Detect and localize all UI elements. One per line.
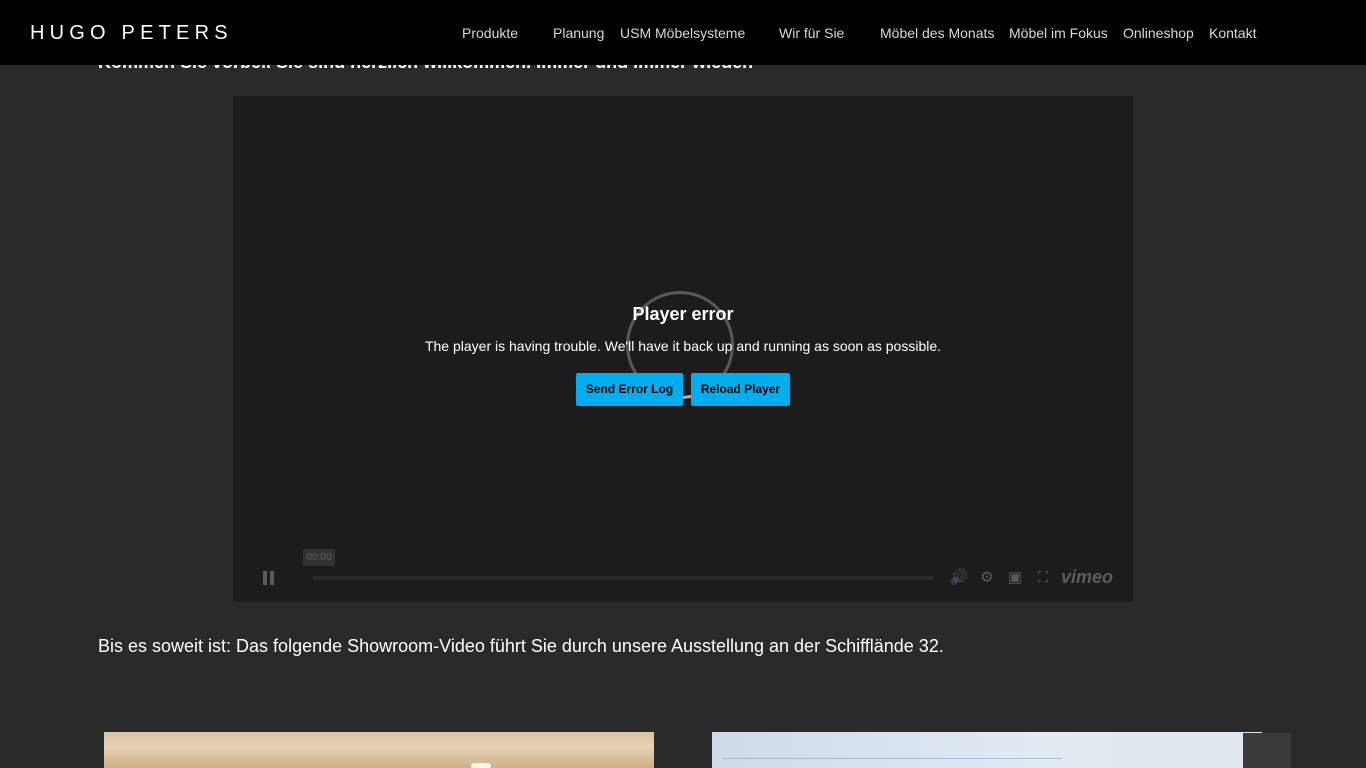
nav-item-kontakt[interactable]: Kontakt [1209, 25, 1256, 41]
nav-item-planung[interactable]: Planung [553, 25, 604, 41]
reload-player-button[interactable]: Reload Player [691, 373, 790, 406]
player-error-message: The player is having trouble. We'll have… [424, 338, 942, 354]
player-error-title: Player error [632, 304, 734, 324]
nav-item-wir-fuer-sie[interactable]: Wir für Sie [779, 25, 844, 41]
site-logo[interactable]: HUGO PETERS [30, 22, 233, 45]
fullscreen-icon[interactable]: ⛶ [1033, 569, 1053, 587]
pause-icon[interactable] [263, 571, 275, 585]
volume-icon[interactable]: 🔊 [949, 569, 969, 587]
showroom-image-thumbnail[interactable] [104, 732, 654, 768]
player-controls: 00:00 🔊 ⚙ ▣ ⛶ vimeo [233, 540, 1133, 590]
nav-item-produkte[interactable]: Produkte [462, 25, 518, 41]
settings-icon[interactable]: ⚙ [977, 569, 997, 587]
nav-item-usm-moebelsysteme[interactable]: USM Möbelsysteme [620, 25, 745, 41]
nav-item-moebel-im-fokus[interactable]: Möbel im Fokus [1009, 25, 1108, 41]
time-tooltip: 00:00 [303, 549, 335, 566]
scroll-to-top-button[interactable] [1243, 733, 1291, 768]
sketch-lines [722, 744, 1062, 759]
ceiling-lamp [471, 763, 491, 768]
site-header: HUGO PETERS Produkte Planung USM Möbelsy… [0, 0, 1366, 65]
vimeo-logo[interactable]: vimeo [1061, 567, 1113, 588]
pip-icon[interactable]: ▣ [1005, 569, 1025, 587]
progress-bar[interactable] [313, 576, 933, 580]
sketch-image-thumbnail[interactable] [712, 732, 1262, 768]
send-error-log-button[interactable]: Send Error Log [576, 373, 683, 406]
showroom-caption: Bis es soweit ist: Das folgende Showroom… [98, 636, 944, 656]
nav-item-moebel-des-monats[interactable]: Möbel des Monats [880, 25, 994, 41]
video-player[interactable]: Player error The player is having troubl… [233, 96, 1133, 602]
nav-item-onlineshop[interactable]: Onlineshop [1123, 25, 1194, 41]
